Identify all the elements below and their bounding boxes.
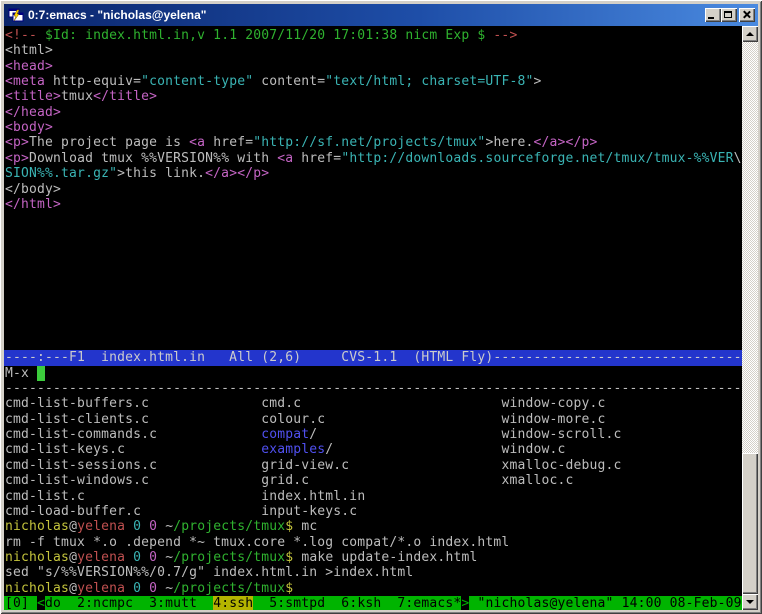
scrollbar[interactable] xyxy=(742,26,758,610)
empty-line xyxy=(4,212,742,227)
maximize-button[interactable] xyxy=(721,8,737,22)
emacs-source-line: <p>The project page is <a href="http://s… xyxy=(4,135,742,150)
window-controls xyxy=(705,8,755,22)
emacs-source-line: </body> xyxy=(4,182,742,197)
shell-ls-output-line: cmd-load-buffer.c input-keys.c xyxy=(4,504,742,519)
shell-ls-output-line: cmd-list-sessions.c grid-view.c xmalloc-… xyxy=(4,458,742,473)
scroll-up-button[interactable] xyxy=(742,26,758,42)
shell-prompt-line: nicholas@yelena 0 0 ~/projects/tmux$ xyxy=(4,581,742,596)
shell-ls-output-line: cmd-list-keys.c examples/ window.c xyxy=(4,442,742,457)
shell-ls-output-line: cmd-list-windows.c grid.c xmalloc.c xyxy=(4,473,742,488)
shell-ls-output-line: cmd-list-clients.c colour.c window-more.… xyxy=(4,412,742,427)
scroll-down-icon xyxy=(746,600,754,604)
shell-output-line: rm -f tmux *.o .depend *~ tmux.core *.lo… xyxy=(4,535,742,550)
empty-line xyxy=(4,335,742,350)
empty-line xyxy=(4,320,742,335)
emacs-source-line: <head> xyxy=(4,59,742,74)
window-title: 0:7:emacs - "nicholas@yelena" xyxy=(28,8,705,22)
emacs-source-line: <html> xyxy=(4,43,742,58)
emacs-source-line: SION%%.tar.gz">this link.</a></p> xyxy=(4,166,742,181)
emacs-comment-line: <!-- $Id: index.html.in,v 1.1 2007/11/20… xyxy=(4,28,742,43)
scrollbar-thumb[interactable] xyxy=(742,453,758,594)
putty-icon xyxy=(8,7,24,23)
emacs-source-line: <meta http-equiv="content-type" content=… xyxy=(4,74,742,89)
shell-prompt-line: nicholas@yelena 0 0 ~/projects/tmux$ mak… xyxy=(4,550,742,565)
empty-line xyxy=(4,258,742,273)
shell-ls-output-line: cmd-list-buffers.c cmd.c window-copy.c xyxy=(4,396,742,411)
scroll-up-icon xyxy=(746,32,754,36)
tmux-pane-separator: ----------------------------------------… xyxy=(4,381,742,396)
empty-line xyxy=(4,274,742,289)
empty-line xyxy=(4,289,742,304)
minimize-button[interactable] xyxy=(705,8,721,22)
emacs-modeline: ----:---F1 index.html.in All (2,6) CVS-1… xyxy=(4,350,742,365)
scroll-down-button[interactable] xyxy=(742,594,758,610)
shell-prompt-line: nicholas@yelena 0 0 ~/projects/tmux$ mc xyxy=(4,519,742,534)
tmux-status-bar: [0] <do 2:ncmpc 3:mutt 4:ssh 5:smtpd 6:k… xyxy=(4,596,742,610)
emacs-source-line: </html> xyxy=(4,197,742,212)
terminal-screen[interactable]: <!-- $Id: index.html.in,v 1.1 2007/11/20… xyxy=(4,26,742,610)
close-button[interactable] xyxy=(739,8,755,22)
shell-output-line: sed "s/%%VERSION%%/0.7/g" index.html.in … xyxy=(4,565,742,580)
emacs-source-line: </head> xyxy=(4,105,742,120)
emacs-source-line: <title>tmux</title> xyxy=(4,89,742,104)
close-icon xyxy=(742,10,751,19)
shell-ls-output-line: cmd-list.c index.html.in xyxy=(4,489,742,504)
empty-line xyxy=(4,243,742,258)
empty-line xyxy=(4,228,742,243)
window-titlebar[interactable]: 0:7:emacs - "nicholas@yelena" xyxy=(4,4,758,26)
empty-line xyxy=(4,304,742,319)
emacs-source-line: <body> xyxy=(4,120,742,135)
shell-ls-output-line: cmd-list-commands.c compat/ window-scrol… xyxy=(4,427,742,442)
maximize-icon xyxy=(724,11,732,18)
emacs-source-line: <p>Download tmux %%VERSION%% with <a hre… xyxy=(4,151,742,166)
putty-window: 0:7:emacs - "nicholas@yelena" <!-- $Id: … xyxy=(0,0,762,614)
minimize-icon xyxy=(708,17,714,19)
emacs-minibuffer: M-x xyxy=(4,366,742,381)
